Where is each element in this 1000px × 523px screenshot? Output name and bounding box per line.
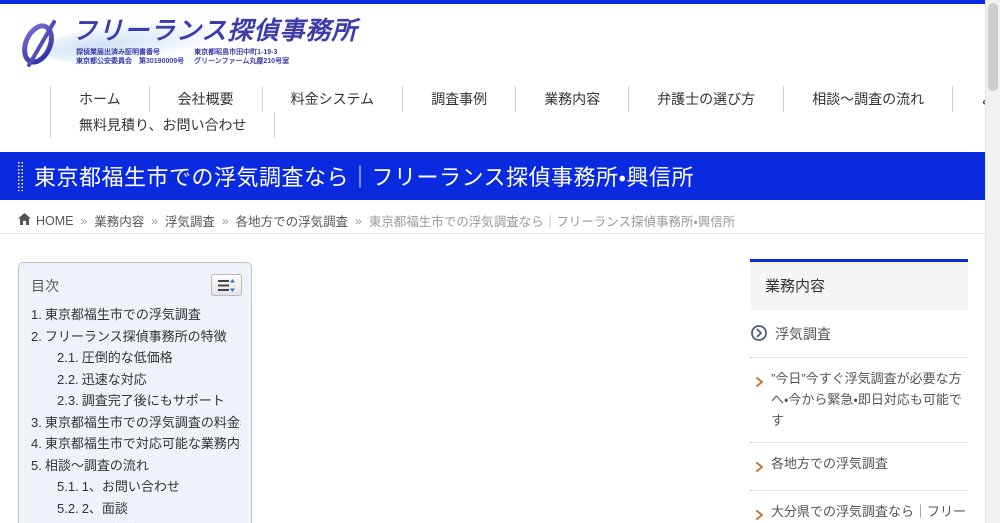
circle-arrow-icon: [751, 325, 767, 344]
toc-toggle-icon: [218, 279, 235, 292]
sidebar-link[interactable]: ”今日”今すぐ浮気調査が必要な方へ・今から緊急・即日対応も可能です: [750, 357, 968, 442]
breadcrumb-item: HOME »: [36, 214, 94, 228]
sidebar-widget-services: 業務内容 浮気調査 ”今日”今すぐ浮気調査が必要な方へ・今から緊急・即日対応も可…: [750, 259, 968, 523]
breadcrumb-separator: »: [81, 214, 88, 228]
sidebar-link[interactable]: 大分県での浮気調査なら｜フリーランス探偵事務所・興信所: [750, 490, 968, 523]
breadcrumb: HOME » 業務内容 » 浮気調査 » 各地方での浮気調査 » 東京: [18, 211, 735, 230]
nav-item[interactable]: 無料見積り、お問い合わせ: [50, 112, 275, 138]
toc-item[interactable]: 3.東京都福生市での浮気調査の料金表: [31, 412, 241, 434]
title-marker-decoration: [17, 161, 24, 191]
toc-item[interactable]: 5.1.1、お問い合わせ: [31, 476, 241, 498]
toc-item[interactable]: 2.3.調査完了後にもサポート: [31, 390, 241, 412]
nav-item[interactable]: よくある質問: [952, 86, 985, 112]
nav-item[interactable]: 調査事例: [402, 86, 515, 112]
scrollbar-thumb[interactable]: [988, 3, 998, 91]
sidebar-link-list: ”今日”今すぐ浮気調査が必要な方へ・今から緊急・即日対応も可能です 各地方での浮…: [750, 357, 968, 523]
toc-item[interactable]: 5.相談〜調査の流れ: [31, 455, 241, 477]
breadcrumb-separator: »: [151, 214, 158, 228]
scrollbar[interactable]: [985, 0, 1000, 523]
license-text: 探偵業届出済み証明書番号 東京都公安委員会 第30190009号: [76, 48, 184, 67]
sidebar-item-featured[interactable]: 浮気調査: [750, 310, 968, 357]
chevron-right-icon: [756, 458, 763, 479]
nav-item[interactable]: 業務内容: [515, 86, 628, 112]
header-divider: [0, 233, 985, 234]
site-logo[interactable]: フリーランス探偵事務所 探偵業届出済み証明書番号 東京都公安委員会 第30190…: [14, 18, 358, 68]
breadcrumb-link[interactable]: HOME: [36, 214, 74, 228]
global-nav: ホーム会社概要料金システム調査事例業務内容弁護士の選び方相談〜調査の流れよくある…: [50, 86, 930, 138]
nav-item[interactable]: 料金システム: [262, 86, 403, 112]
breadcrumb-item: 各地方での浮気調査 »: [236, 211, 369, 230]
toc-item[interactable]: 5.3.3、ご契約: [31, 519, 241, 523]
address-text: 東京都昭島市田中町1-19-3 グリーンファーム丸屋210号室: [194, 48, 289, 67]
breadcrumb-separator: »: [222, 214, 229, 228]
toc-header: 目次: [19, 263, 251, 298]
sidebar-featured-link[interactable]: 浮気調査: [775, 324, 831, 344]
site-title: フリーランス探偵事務所: [72, 18, 358, 46]
toc-item[interactable]: 1.東京都福生市での浮気調査: [31, 304, 241, 326]
toc-list: 1.東京都福生市での浮気調査 2.フリーランス探偵事務所の特徴 2.1.圧倒的な…: [19, 298, 251, 523]
home-icon: [18, 213, 31, 228]
breadcrumb-item: 業務内容 »: [94, 211, 165, 230]
page-title-bar: 東京都福生市での浮気調査なら｜フリーランス探偵事務所・興信所: [0, 152, 985, 200]
nav-row-2: 無料見積り、お問い合わせ: [50, 112, 930, 138]
sidebar-widget-header: 業務内容: [750, 259, 968, 310]
sidebar-link[interactable]: 各地方での浮気調査: [750, 442, 968, 490]
toc-item[interactable]: 2.2.迅速な対応: [31, 369, 241, 391]
nav-item[interactable]: ホーム: [50, 86, 149, 112]
breadcrumb-link[interactable]: 各地方での浮気調査: [236, 211, 349, 230]
toc-item[interactable]: 5.2.2、面談: [31, 498, 241, 520]
page-container: フリーランス探偵事務所 探偵業届出済み証明書番号 東京都公安委員会 第30190…: [0, 0, 985, 523]
breadcrumb-item: 浮気調査 »: [165, 211, 236, 230]
toc-item[interactable]: 2.1.圧倒的な低価格: [31, 347, 241, 369]
toc-item[interactable]: 4.東京都福生市で対応可能な業務内容: [31, 433, 241, 455]
nav-item[interactable]: 会社概要: [149, 86, 262, 112]
chevron-right-icon: [756, 373, 763, 394]
nav-item[interactable]: 相談〜調査の流れ: [783, 86, 952, 112]
logo-text-block: フリーランス探偵事務所 探偵業届出済み証明書番号 東京都公安委員会 第30190…: [72, 18, 358, 66]
breadcrumb-current: 東京都福生市での浮気調査なら｜フリーランス探偵事務所・興信所: [369, 211, 736, 230]
top-accent-bar: [0, 0, 985, 4]
breadcrumb-separator: »: [355, 214, 362, 228]
logo-mark-icon: [14, 18, 66, 68]
toc-toggle-button[interactable]: [211, 274, 242, 296]
breadcrumb-trail: HOME » 業務内容 » 浮気調査 » 各地方での浮気調査 »: [36, 211, 369, 230]
breadcrumb-link[interactable]: 業務内容: [94, 211, 144, 230]
toc-box: 目次 1.東京都福生市での浮気調査 2.フリーランス探偵事務所の特徴: [18, 262, 252, 523]
nav-row-1: ホーム会社概要料金システム調査事例業務内容弁護士の選び方相談〜調査の流れよくある…: [50, 86, 930, 112]
breadcrumb-link[interactable]: 浮気調査: [165, 211, 215, 230]
sidebar-widget-title: 業務内容: [765, 275, 953, 296]
toc-item[interactable]: 2.フリーランス探偵事務所の特徴: [31, 326, 241, 348]
nav-item[interactable]: 弁護士の選び方: [628, 86, 783, 112]
page-title: 東京都福生市での浮気調査なら｜フリーランス探偵事務所・興信所: [34, 160, 694, 192]
chevron-right-icon: [756, 506, 763, 523]
toc-title: 目次: [31, 278, 59, 294]
